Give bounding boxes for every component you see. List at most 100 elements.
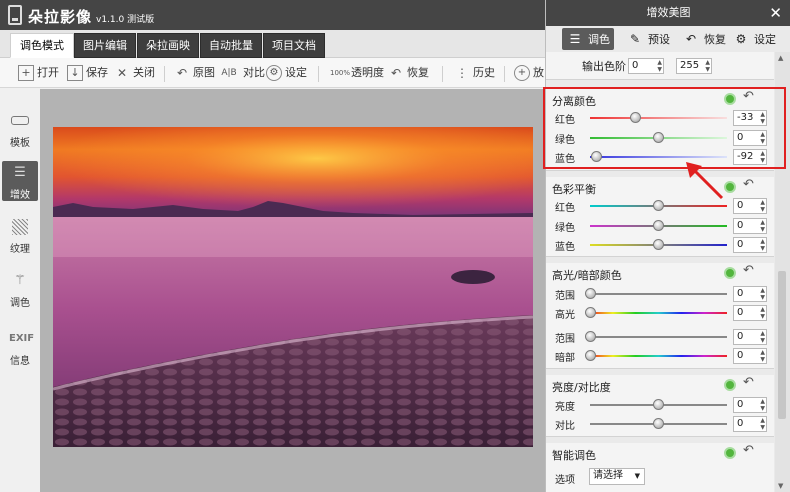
output-min-stepper[interactable]: 0 ▲ ▼ [628, 58, 664, 74]
slider-label-red: 红色 [555, 115, 575, 126]
sidebar-item-info[interactable]: EXIF 信息 [2, 329, 38, 367]
blue-slider-knob[interactable] [591, 151, 602, 162]
settings-button[interactable]: ⚙ 设定 [266, 63, 307, 83]
brightness-stepper[interactable]: 0 ▲ ▼ [733, 397, 767, 413]
blue-value-stepper[interactable]: -92 ▲ ▼ [733, 149, 767, 165]
compare-button[interactable]: A|B 对比 [218, 63, 265, 83]
magenta-green-slider-knob[interactable] [653, 220, 664, 231]
stepper-arrows-icon[interactable]: ▲ ▼ [760, 417, 765, 431]
tab-settings[interactable]: ⚙ 设定 [728, 28, 779, 50]
green-value-stepper[interactable]: 0 ▲ ▼ [733, 130, 767, 146]
stepper-arrows-icon[interactable]: ▲ ▼ [760, 349, 765, 363]
green-value: 0 [737, 132, 744, 143]
restore-button[interactable]: ↶ 恢复 [388, 63, 429, 83]
enable-check-icon[interactable] [724, 447, 736, 459]
slider-label-range: 范围 [555, 334, 575, 345]
section-brightness-contrast: 亮度/对比度 ↶ 亮度 0 ▲ ▼ 对比 0 ▲ ▼ [546, 375, 774, 437]
stepper-arrows-icon[interactable]: ▲ ▼ [760, 287, 765, 301]
tab-preset[interactable]: ✎ 预设 [622, 28, 673, 50]
blue-value: -92 [737, 151, 754, 162]
tab-color-adjust[interactable]: ☰ 调色 [562, 28, 614, 50]
highlight-range-stepper[interactable]: 0 ▲ ▼ [733, 286, 767, 302]
shadow-range-stepper[interactable]: 0 ▲ ▼ [733, 329, 767, 345]
red-value-stepper[interactable]: -33 ▲ ▼ [733, 110, 767, 126]
smart-color-select[interactable]: 请选择 ▼ [589, 468, 645, 485]
close-button[interactable]: ✕ 关闭 [114, 63, 155, 83]
highlight-range-knob[interactable] [585, 288, 596, 299]
stepper-arrows-icon[interactable]: ▲ ▼ [760, 111, 765, 125]
stepper-arrows-icon[interactable]: ▲ ▼ [760, 306, 765, 320]
scroll-down-icon[interactable]: ▼ [778, 482, 783, 490]
cyan-red-slider-knob[interactable] [653, 200, 664, 211]
original-button[interactable]: ↶ 原图 [174, 63, 215, 83]
tab-restore[interactable]: ↶ 恢复 [678, 28, 729, 50]
stepper-arrows-icon[interactable]: ▲ ▼ [760, 131, 765, 145]
stepper-arrows-icon[interactable]: ▲ ▼ [760, 238, 765, 252]
output-max-stepper[interactable]: 255 ▲ ▼ [676, 58, 712, 74]
contrast-knob[interactable] [653, 418, 664, 429]
blue-slider-track[interactable] [590, 156, 727, 158]
reset-icon[interactable]: ↶ [743, 375, 754, 390]
highlight-hue-knob[interactable] [585, 307, 596, 318]
magenta-green-stepper[interactable]: 0 ▲ ▼ [733, 218, 767, 234]
reset-icon[interactable]: ↶ [743, 177, 754, 192]
enable-check-icon[interactable] [724, 181, 736, 193]
reset-icon[interactable]: ↶ [743, 89, 754, 104]
contrast-stepper[interactable]: 0 ▲ ▼ [733, 416, 767, 432]
scroll-up-icon[interactable]: ▲ [778, 54, 783, 62]
stepper-arrows-icon[interactable]: ▲ ▼ [760, 150, 765, 164]
enable-check-icon[interactable] [724, 93, 736, 105]
highlight-hue-stepper[interactable]: 0 ▲ ▼ [733, 305, 767, 321]
red-slider-track[interactable] [590, 117, 727, 119]
sidebar-item-template[interactable]: 模板 [2, 111, 38, 149]
stepper-arrows-icon[interactable]: ▲ ▼ [760, 330, 765, 344]
yellow-blue-stepper[interactable]: 0 ▲ ▼ [733, 237, 767, 253]
scrollbar-thumb[interactable] [778, 271, 786, 419]
stepper-arrows-icon[interactable]: ▲ ▼ [705, 59, 710, 73]
cyan-red-stepper[interactable]: 0 ▲ ▼ [733, 198, 767, 214]
yellow-blue-slider-knob[interactable] [653, 239, 664, 250]
brightness-knob[interactable] [653, 399, 664, 410]
highlight-range-track[interactable] [590, 293, 727, 295]
open-button[interactable]: + 打开 [18, 63, 59, 83]
red-slider-knob[interactable] [630, 112, 641, 123]
transparency-button[interactable]: 100%透明度 [330, 63, 384, 83]
zoom-button[interactable]: + 放 [514, 63, 544, 83]
close-icon[interactable]: ✕ [769, 0, 782, 26]
sidebar-item-color[interactable]: ⚚ 调色 [2, 271, 38, 309]
tab-project-docs[interactable]: 项目文档 [263, 33, 325, 58]
shadow-range-track[interactable] [590, 336, 727, 338]
template-icon [9, 111, 31, 131]
photo-sunset-seascape[interactable] [53, 127, 533, 447]
stepper-arrows-icon[interactable]: ▲ ▼ [760, 398, 765, 412]
shadow-hue-knob[interactable] [585, 350, 596, 361]
stepper-arrows-icon[interactable]: ▲ ▼ [760, 199, 765, 213]
reset-icon[interactable]: ↶ [743, 263, 754, 278]
shadow-hue-stepper[interactable]: 0 ▲ ▼ [733, 348, 767, 364]
section-title: 高光/暗部颜色 [552, 269, 622, 282]
tab-image-edit[interactable]: 图片编辑 [74, 33, 136, 58]
panel-scrollbar[interactable]: ▲ ▼ [775, 52, 790, 492]
stepper-arrows-icon[interactable]: ▲ ▼ [760, 219, 765, 233]
shadow-hue-track[interactable] [590, 355, 727, 357]
stepper-arrows-icon[interactable]: ▲ ▼ [657, 59, 662, 73]
highlight-hue-track[interactable] [590, 312, 727, 314]
sidebar-item-enhance[interactable]: ☰ 增效 [2, 161, 38, 201]
settings-label: 设定 [285, 66, 307, 79]
green-slider-knob[interactable] [653, 132, 664, 143]
history-button[interactable]: ⋮ 历史 [454, 63, 495, 83]
save-button[interactable]: ↓ 保存 [67, 63, 108, 83]
image-canvas[interactable] [40, 89, 545, 492]
shadow-range-knob[interactable] [585, 331, 596, 342]
restore-icon: ↶ [390, 66, 402, 80]
app-version: v1.1.0 测试版 [96, 15, 155, 25]
tab-dora-mapping[interactable]: 朵拉画映 [137, 33, 199, 58]
sidebar-item-texture[interactable]: 纹理 [2, 217, 38, 255]
tab-auto-batch[interactable]: 自动批量 [200, 33, 262, 58]
section-split-color: 分离颜色 ↶ 红色 -33 ▲ ▼ 绿色 0 ▲ ▼ 蓝色 -92 ▲ ▼ [546, 89, 774, 171]
enable-check-icon[interactable] [724, 379, 736, 391]
enable-check-icon[interactable] [724, 267, 736, 279]
tab-color-mode[interactable]: 调色模式 [10, 33, 74, 58]
plus-icon: + [18, 65, 34, 81]
reset-icon[interactable]: ↶ [743, 443, 754, 458]
